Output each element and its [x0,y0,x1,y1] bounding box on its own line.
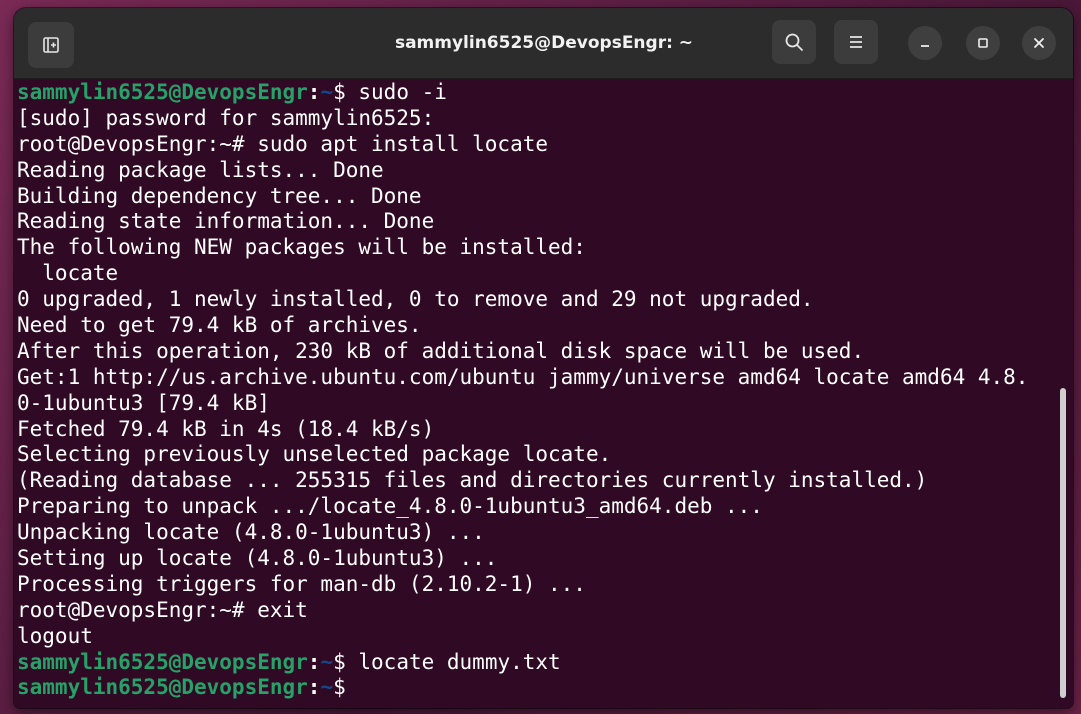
prompt-user-host: sammylin6525@DevopsEngr [17,675,308,700]
maximize-icon [978,38,988,48]
terminal-line: (Reading database ... 255315 files and d… [17,468,1057,494]
close-button[interactable] [1022,26,1056,60]
terminal-line: Processing triggers for man-db (2.10.2-1… [17,572,1057,598]
terminal-line: Preparing to unpack .../locate_4.8.0-1ub… [17,494,1057,520]
terminal-line: Reading package lists... Done [17,158,1057,184]
prompt-user-host: sammylin6525@DevopsEngr [17,80,308,104]
search-icon [785,33,803,51]
window-title: sammylin6525@DevopsEngr: ~ [394,33,694,53]
output-text: Preparing to unpack .../locate_4.8.0-1ub… [17,494,763,519]
output-text: Reading state information... Done [17,209,435,234]
terminal-line: [sudo] password for sammylin6525: [17,106,1057,132]
prompt-path: ~ [320,649,334,674]
output-text: Need to get 79.4 kB of archives. [17,313,422,338]
prompt-user-host: sammylin6525@DevopsEngr [17,649,308,674]
output-text: Selecting previously unselected package … [17,442,612,467]
terminal-line: Setting up locate (4.8.0-1ubuntu3) ... [17,546,1057,572]
output-text: root@DevopsEngr:~# exit [17,597,308,622]
terminal-window: sammylin6525@DevopsEngr: ~ sammylin6525@… [14,8,1073,708]
output-text: locate [17,261,119,286]
prompt-command: $ sudo -i [333,80,447,104]
minimize-button[interactable] [908,26,942,60]
hamburger-menu-icon [850,36,862,48]
terminal-output[interactable]: sammylin6525@DevopsEngr:~$ sudo -i [sudo]… [17,80,1057,706]
output-text: 0 upgraded, 1 newly installed, 0 to remo… [17,287,814,312]
terminal-line: Reading state information... Done [17,209,1057,235]
output-text: 0-1ubuntu3 [79.4 kB] [17,390,270,415]
desktop-background: sammylin6525@DevopsEngr: ~ sammylin6525@… [0,0,1081,714]
terminal-line: After this operation, 230 kB of addition… [17,339,1057,365]
output-text: Unpacking locate (4.8.0-1ubuntu3) ... [17,520,485,545]
terminal-line: root@DevopsEngr:~# sudo apt install loca… [17,132,1057,158]
output-text: After this operation, 230 kB of addition… [17,338,865,363]
output-text: Building dependency tree... Done [17,183,422,208]
output-text: The following NEW packages will be insta… [17,235,586,260]
terminal-line: Selecting previously unselected package … [17,442,1057,468]
output-text: logout [17,623,93,648]
terminal-line: Get:1 http://us.archive.ubuntu.com/ubunt… [17,365,1057,391]
terminal-line: root@DevopsEngr:~# exit [17,598,1057,624]
terminal-line: Need to get 79.4 kB of archives. [17,313,1057,339]
terminal-line: The following NEW packages will be insta… [17,235,1057,261]
prompt-separator: : [307,80,321,104]
scrollbar-thumb[interactable] [1060,388,1066,698]
new-tab-button[interactable] [28,22,74,68]
terminal-line: Unpacking locate (4.8.0-1ubuntu3) ... [17,520,1057,546]
output-text: [sudo] password for sammylin6525: [17,105,435,130]
terminal-line: locate [17,261,1057,287]
terminal-line: sammylin6525@DevopsEngr:~$ locate dummy.… [17,650,1057,676]
terminal-line: sammylin6525@DevopsEngr:~$ sudo -i [17,80,1057,106]
output-text: Reading package lists... Done [17,157,384,182]
header-bar: sammylin6525@DevopsEngr: ~ [14,8,1073,79]
prompt-separator: : [307,649,321,674]
close-icon [1034,38,1044,48]
prompt-command: $ locate dummy.txt [333,649,561,674]
terminal-line: 0 upgraded, 1 newly installed, 0 to remo… [17,287,1057,313]
output-text: Fetched 79.4 kB in 4s (18.4 kB/s) [17,416,435,441]
output-text: Setting up locate (4.8.0-1ubuntu3) ... [17,546,498,571]
minimize-icon [921,45,929,47]
menu-button[interactable] [834,20,878,64]
search-button[interactable] [772,20,816,64]
new-tab-icon [43,37,59,53]
output-text: root@DevopsEngr:~# sudo apt install loca… [17,131,549,156]
terminal-line: sammylin6525@DevopsEngr:~$ [17,675,1057,701]
output-text: (Reading database ... 255315 files and d… [17,468,928,493]
prompt-path: ~ [320,675,334,700]
output-text: Processing triggers for man-db (2.10.2-1… [17,571,586,596]
terminal-line: Fetched 79.4 kB in 4s (18.4 kB/s) [17,417,1057,443]
prompt-separator: : [307,675,321,700]
terminal-line: Building dependency tree... Done [17,184,1057,210]
terminal-line: logout [17,624,1057,650]
maximize-button[interactable] [966,26,1000,60]
output-text: Get:1 http://us.archive.ubuntu.com/ubunt… [17,364,1029,389]
prompt-path: ~ [320,80,334,104]
terminal-line: 0-1ubuntu3 [79.4 kB] [17,391,1057,417]
prompt-command: $ [333,675,359,700]
